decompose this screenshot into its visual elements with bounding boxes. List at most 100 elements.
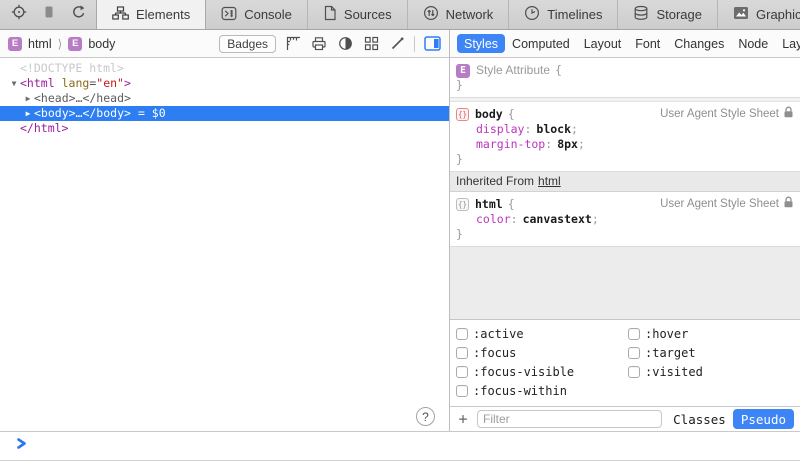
expander-closed-icon[interactable]: ▶ [22,91,34,106]
console-prompt-icon [16,437,27,455]
breadcrumb-item-body[interactable]: body [88,37,115,51]
css-property[interactable]: color:canvastext; [456,212,794,227]
css-rule-icon: {} [456,198,469,211]
main-toolbar: Elements Console Sources Network Timelin… [0,0,800,30]
checkbox[interactable] [456,347,468,359]
element-badge: E [8,37,22,51]
tab-storage[interactable]: Storage [618,0,718,29]
checkbox[interactable] [628,366,640,378]
dom-row-body-selected[interactable]: ▶<body>…</body>= $0 [0,106,449,121]
dom-panel-header: E html ⟩ E body Badges [0,30,449,58]
toggle-sidebar-icon[interactable] [423,35,441,52]
tab-label: Sources [344,7,392,22]
style-attribute-section[interactable]: E Style Attribute { } [450,58,800,98]
dom-row-html-open[interactable]: ▼<htmllang="en"> [0,76,449,91]
quick-console[interactable] [0,431,800,461]
elements-icon [112,6,129,23]
inspect-element-button[interactable] [6,0,32,29]
tab-computed[interactable]: Computed [505,34,577,53]
tab-node[interactable]: Node [731,34,775,53]
help-button[interactable]: ? [416,407,435,426]
css-property[interactable]: margin-top:8px; [456,137,794,152]
tab-network[interactable]: Network [408,0,510,29]
checkbox[interactable] [456,385,468,397]
rule-selector: html [475,197,503,212]
html-rule-section[interactable]: {} html { User Agent Style Sheet color:c… [450,192,800,247]
classes-button[interactable]: Classes [673,412,726,427]
dom-tree: <!DOCTYPE html> ▼<htmllang="en"> ▶<head>… [0,58,449,431]
tab-font[interactable]: Font [628,34,667,53]
tab-layout[interactable]: Layout [577,34,629,53]
rule-origin: User Agent Style Sheet [660,196,794,213]
reload-icon [71,4,87,25]
tab-changes[interactable]: Changes [667,34,731,53]
filter-input[interactable] [477,410,662,428]
tab-timelines[interactable]: Timelines [509,0,618,29]
web-inspector: Elements Console Sources Network Timelin… [0,0,800,461]
dom-row-head[interactable]: ▶<head>…</head> [0,91,449,106]
checkbox[interactable] [456,328,468,340]
style-attribute-label: Style Attribute [476,63,550,78]
dom-row-doctype[interactable]: <!DOCTYPE html> [0,61,449,76]
reload-button[interactable] [66,0,92,29]
badges-button[interactable]: Badges [219,35,276,53]
css-rule-icon: {} [456,108,469,121]
device-settings-button[interactable] [36,0,62,29]
expander-closed-icon[interactable]: ▶ [22,106,34,121]
ruler-icon[interactable] [284,35,302,52]
rule-selector: body [475,107,503,122]
tab-label: Timelines [547,7,602,22]
contrast-icon[interactable] [336,35,354,52]
tab-label: Graphics [756,7,800,22]
pseudo-column-left: :active :focus :focus-visible :focus-wit… [456,327,628,398]
chevron-right-icon: ⟩ [58,37,63,51]
checkbox[interactable] [628,347,640,359]
tab-sources[interactable]: Sources [308,0,408,29]
lock-icon [783,106,794,123]
pseudo-active[interactable]: :active [456,327,628,341]
pseudo-focus-visible[interactable]: :focus-visible [456,365,628,379]
network-icon [423,5,439,24]
database-icon [633,5,649,24]
pseudo-visited[interactable]: :visited [628,365,800,379]
checkbox[interactable] [456,366,468,378]
checkbox[interactable] [628,328,640,340]
pseudo-focus[interactable]: :focus [456,346,628,360]
tab-label: Console [244,7,292,22]
add-rule-button[interactable]: + [456,412,470,427]
inherited-from-link[interactable]: html [538,174,561,188]
edit-pencil-icon[interactable] [388,35,406,52]
grid-overlay-icon[interactable] [362,35,380,52]
pseudo-button[interactable]: Pseudo [733,409,794,429]
tab-styles[interactable]: Styles [457,34,505,53]
css-property[interactable]: display:block; [456,122,794,137]
tab-layers[interactable]: Layers [775,34,800,53]
element-badge: E [68,37,82,51]
sidebar-tabs: Styles Computed Layout Font Changes Node… [450,30,800,58]
dom-row-html-close[interactable]: </html> [0,121,449,136]
divider [414,36,415,52]
breadcrumb-item-html[interactable]: html [28,37,52,51]
clock-icon [524,5,540,24]
dom-toolbar-buttons: Badges [219,35,441,53]
pseudo-focus-within[interactable]: :focus-within [456,384,628,398]
pseudo-column-right: :hover :target :visited [628,327,800,398]
close-brace: } [456,227,794,242]
tab-label: Network [446,7,494,22]
pseudo-target[interactable]: :target [628,346,800,360]
body-rule-section[interactable]: {} body { User Agent Style Sheet display… [450,102,800,172]
tab-graphics[interactable]: Graphics [718,0,800,29]
close-brace: } [456,78,794,93]
tab-label: Storage [656,7,702,22]
console-result-reference: = $0 [138,106,166,120]
close-brace: } [456,152,794,167]
pseudo-hover[interactable]: :hover [628,327,800,341]
expander-open-icon[interactable]: ▼ [8,76,20,91]
styles-panel: E Style Attribute { } {} body { User Age… [450,58,800,431]
tab-elements[interactable]: Elements [96,0,206,29]
inherited-from-header: Inherited Fromhtml [450,172,800,192]
device-icon [41,4,57,25]
question-mark-icon: ? [422,410,429,424]
print-icon[interactable] [310,35,328,52]
tab-console[interactable]: Console [206,0,308,29]
